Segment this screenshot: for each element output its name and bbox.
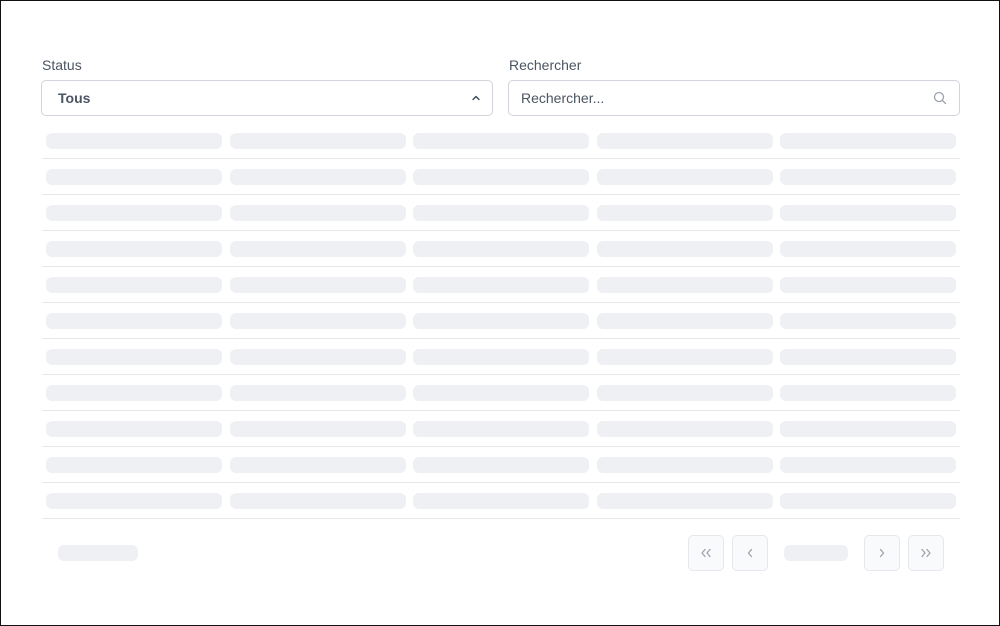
cell-skeleton (46, 277, 222, 293)
cell-skeleton (780, 133, 956, 149)
chevrons-right-icon (920, 548, 932, 558)
cell-skeleton (597, 133, 773, 149)
search-label: Rechercher (509, 57, 582, 73)
cell-skeleton (780, 349, 956, 365)
cell-skeleton (230, 385, 406, 401)
cell-skeleton (413, 205, 589, 221)
status-filter: Status Tous (41, 56, 493, 116)
table-row-skeleton (42, 375, 960, 411)
status-label: Status (42, 57, 82, 73)
cell-skeleton (46, 421, 222, 437)
search-filter: Rechercher (508, 56, 960, 116)
cell-skeleton (230, 349, 406, 365)
table-row-skeleton (42, 339, 960, 375)
cell-skeleton (230, 493, 406, 509)
page-frame: Status Tous Rechercher (0, 0, 1000, 626)
cell-skeleton (46, 313, 222, 329)
cell-skeleton (230, 241, 406, 257)
cell-skeleton (780, 493, 956, 509)
cell-skeleton (597, 421, 773, 437)
table-row-skeleton (42, 303, 960, 339)
cell-skeleton (413, 421, 589, 437)
cell-skeleton (46, 169, 222, 185)
cell-skeleton (780, 277, 956, 293)
table-row-skeleton (42, 123, 960, 159)
status-select[interactable]: Tous (41, 80, 493, 116)
search-box (508, 80, 960, 116)
table-row-skeleton (42, 159, 960, 195)
cell-skeleton (413, 493, 589, 509)
table-row-skeleton (42, 267, 960, 303)
page-indicator-skeleton (784, 545, 848, 561)
cell-skeleton (597, 493, 773, 509)
cell-skeleton (413, 349, 589, 365)
cell-skeleton (413, 241, 589, 257)
cell-skeleton (780, 385, 956, 401)
first-page-button[interactable] (688, 535, 724, 571)
chevrons-left-icon (700, 548, 712, 558)
cell-skeleton (780, 457, 956, 473)
table-row-skeleton (42, 195, 960, 231)
cell-skeleton (597, 169, 773, 185)
cell-skeleton (780, 421, 956, 437)
cell-skeleton (780, 241, 956, 257)
cell-skeleton (413, 277, 589, 293)
table-row-skeleton (42, 231, 960, 267)
cell-skeleton (413, 385, 589, 401)
table-row-skeleton (42, 411, 960, 447)
cell-skeleton (46, 349, 222, 365)
previous-page-button[interactable] (732, 535, 768, 571)
cell-skeleton (46, 241, 222, 257)
cell-skeleton (597, 385, 773, 401)
table-footer (42, 534, 960, 572)
chevron-right-icon (878, 548, 886, 558)
cell-skeleton (780, 313, 956, 329)
cell-skeleton (230, 133, 406, 149)
chevron-left-icon (746, 548, 754, 558)
chevron-up-icon (472, 94, 480, 102)
cell-skeleton (230, 313, 406, 329)
cell-skeleton (46, 205, 222, 221)
cell-skeleton (597, 277, 773, 293)
cell-skeleton (413, 313, 589, 329)
results-count-skeleton (58, 545, 138, 561)
cell-skeleton (597, 313, 773, 329)
cell-skeleton (230, 169, 406, 185)
cell-skeleton (597, 241, 773, 257)
cell-skeleton (230, 457, 406, 473)
cell-skeleton (46, 133, 222, 149)
table-row-skeleton (42, 447, 960, 483)
cell-skeleton (230, 205, 406, 221)
cell-skeleton (46, 493, 222, 509)
cell-skeleton (46, 457, 222, 473)
cell-skeleton (413, 133, 589, 149)
filters-bar: Status Tous Rechercher (41, 56, 960, 116)
cell-skeleton (46, 385, 222, 401)
last-page-button[interactable] (908, 535, 944, 571)
cell-skeleton (597, 349, 773, 365)
data-table-loading (42, 123, 960, 519)
cell-skeleton (413, 457, 589, 473)
cell-skeleton (780, 205, 956, 221)
search-input[interactable] (521, 81, 921, 115)
table-row-skeleton (42, 483, 960, 519)
cell-skeleton (780, 169, 956, 185)
cell-skeleton (597, 457, 773, 473)
status-selected-value: Tous (58, 90, 91, 106)
cell-skeleton (230, 277, 406, 293)
cell-skeleton (230, 421, 406, 437)
search-icon[interactable] (933, 91, 947, 105)
cell-skeleton (413, 169, 589, 185)
next-page-button[interactable] (864, 535, 900, 571)
cell-skeleton (597, 205, 773, 221)
